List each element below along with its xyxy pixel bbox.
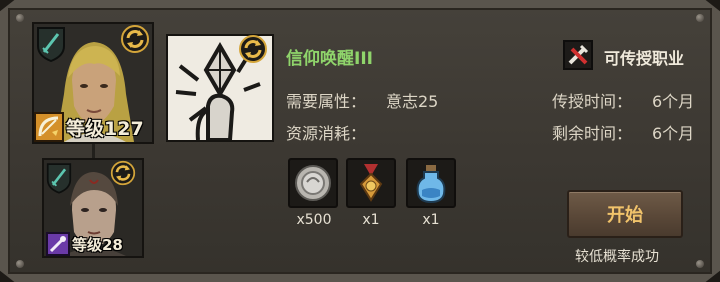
teacher-level-label: 等级127 (66, 117, 144, 140)
cost-item-potion[interactable] (406, 158, 456, 208)
rivet (16, 14, 24, 22)
cost-item-medal[interactable] (346, 158, 396, 208)
rivet (696, 14, 704, 22)
rivet (16, 260, 24, 268)
refresh-icon[interactable] (110, 160, 136, 186)
teacher-level-box: 等级127 (34, 112, 144, 142)
refresh-icon[interactable] (238, 34, 268, 64)
resource-label: 资源消耗： (286, 124, 367, 143)
teach-time-label: 传授时间： (552, 92, 633, 111)
teachable-class-label: 可传授职业 (604, 49, 685, 68)
student-level-label: 等级28 (72, 235, 123, 254)
remaining-time-value: 6个月 (652, 124, 695, 143)
silver-coin-icon (295, 165, 331, 201)
teach-time-value: 6个月 (652, 92, 695, 111)
refresh-icon[interactable] (120, 24, 150, 54)
sword-shield-icon (46, 163, 72, 194)
cost-item-silver-coin[interactable] (288, 158, 338, 208)
required-attr-label: 需要属性： (286, 92, 367, 111)
rivet (696, 260, 704, 268)
student-level-box: 等级28 (46, 232, 123, 256)
remaining-time-label: 剩余时间： (552, 124, 633, 143)
crossed-tools-icon (568, 44, 589, 65)
medal-icon (359, 164, 383, 202)
required-attr-value: 意志25 (386, 92, 439, 111)
bow-class-icon (34, 112, 64, 142)
cost-qty: x1 (362, 212, 380, 228)
potion-icon (416, 165, 446, 204)
cost-qty: x500 (296, 212, 332, 228)
cost-qty: x1 (422, 212, 440, 228)
sword-shield-icon (37, 27, 65, 62)
success-chance-hint: 较低概率成功 (575, 249, 659, 265)
start-button[interactable]: 开始 (567, 190, 683, 238)
tag-icon-box (563, 40, 593, 70)
skill-title: 信仰唤醒III (286, 49, 373, 69)
staff-class-icon (46, 232, 70, 256)
